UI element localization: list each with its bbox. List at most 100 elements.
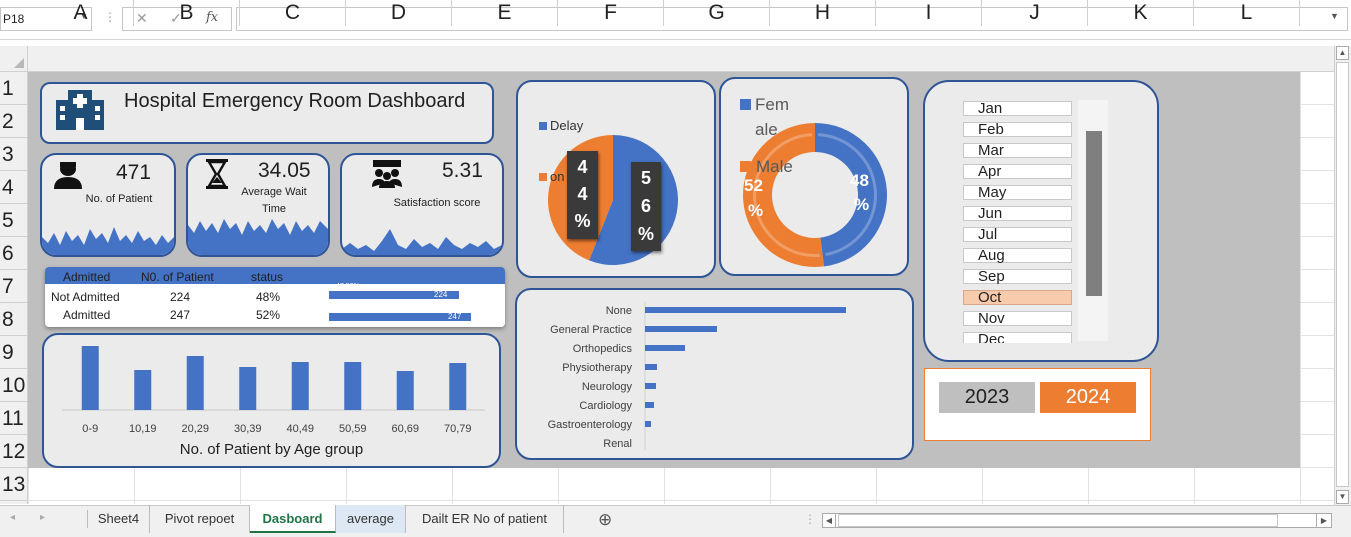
row-header[interactable]: 3 — [0, 138, 28, 171]
table-row-label: Admitted — [63, 308, 111, 322]
month-item[interactable]: Apr — [963, 164, 1072, 179]
age-bar — [344, 362, 362, 410]
tab-dasboard[interactable]: Dasboard — [250, 505, 336, 533]
month-item-selected[interactable]: Oct — [963, 290, 1072, 305]
tab-dailt-er-no-of-patient[interactable]: Dailt ER No of patient — [406, 505, 564, 533]
dept-tick-label: Orthopedics — [573, 343, 633, 355]
scroll-up-icon[interactable]: ▲ — [1336, 46, 1349, 60]
month-item[interactable]: Sep — [963, 269, 1072, 284]
department-chart: None General Practice Orthopedics Physiothe… — [548, 302, 846, 450]
pie-label-on: % — [574, 211, 591, 231]
scroll-left-icon[interactable]: ◀ — [823, 514, 836, 527]
row-header[interactable]: 12 — [0, 435, 28, 468]
dept-tick-label: Cardiology — [579, 400, 632, 412]
dept-tick-label: Renal — [603, 438, 632, 450]
expand-formula-icon[interactable]: ▼ — [1330, 11, 1339, 21]
legend-label-female-wrap: ale — [755, 120, 778, 139]
add-sheet-icon[interactable]: ⊕ — [598, 510, 612, 530]
donut-label-male: 52 — [744, 176, 763, 195]
column-header[interactable]: E — [452, 0, 558, 26]
scroll-right-icon[interactable]: ▶ — [1316, 514, 1331, 527]
age-tick-label: 60,69 — [391, 423, 419, 435]
age-bar — [449, 363, 467, 410]
month-item[interactable]: Dec — [963, 332, 1072, 343]
vertical-scroll-thumb[interactable] — [1336, 62, 1349, 487]
age-bar — [186, 356, 204, 410]
tab-split-grip-icon[interactable]: ⋮ — [804, 512, 816, 526]
dept-bar — [645, 345, 685, 351]
dept-bar — [645, 326, 717, 332]
column-header[interactable]: B — [134, 0, 240, 26]
column-header[interactable]: D — [346, 0, 452, 26]
month-slicer-scroll-thumb[interactable] — [1086, 131, 1102, 296]
tab-average[interactable]: average — [336, 505, 406, 533]
month-item[interactable]: Feb — [963, 122, 1072, 137]
pie-label-on: 4 — [577, 184, 588, 204]
column-header[interactable]: J — [982, 0, 1088, 26]
row-header[interactable]: 11 — [0, 402, 28, 435]
dept-bar — [645, 421, 651, 427]
pie-label-delay: 5 — [640, 168, 651, 188]
table-row-bar-label: 52.44% — [336, 304, 360, 311]
tab-scroll-right-icon[interactable]: ▸ — [40, 512, 45, 523]
year-button-2023[interactable]: 2023 — [939, 382, 1035, 413]
column-header[interactable]: I — [876, 0, 982, 26]
month-item[interactable]: Jun — [963, 206, 1072, 221]
dept-tick-label: Physiotherapy — [562, 362, 632, 374]
horizontal-scroll-thumb[interactable] — [838, 514, 1278, 527]
tab-pivot-repoet[interactable]: Pivot repoet — [150, 505, 250, 533]
column-header[interactable]: A — [28, 0, 134, 26]
month-item[interactable]: Jan — [963, 101, 1072, 116]
table-header-admitted: Admitted — [63, 270, 111, 284]
row-header[interactable]: 8 — [0, 303, 28, 336]
row-header[interactable]: 1 — [0, 72, 28, 105]
column-header[interactable]: G — [664, 0, 770, 26]
kpi-value-wait-time: 34.05 — [258, 159, 311, 182]
age-tick-label: 20,29 — [181, 423, 209, 435]
month-item[interactable]: Jul — [963, 227, 1072, 242]
month-item[interactable]: Aug — [963, 248, 1072, 263]
legend-swatch-female — [740, 99, 751, 110]
age-bar — [239, 367, 257, 410]
age-bar — [81, 346, 99, 410]
kpi-label-patients: No. of Patient — [85, 193, 153, 205]
month-item[interactable]: Nov — [963, 311, 1072, 326]
age-tick-label: 30,39 — [234, 423, 262, 435]
select-all-icon — [14, 58, 24, 68]
row-header[interactable]: 13 — [0, 468, 28, 501]
row-header[interactable]: 2 — [0, 105, 28, 138]
column-header[interactable]: C — [240, 0, 346, 26]
row-header[interactable]: 5 — [0, 204, 28, 237]
table-row-count: 247 — [170, 308, 191, 322]
month-item[interactable]: May — [963, 185, 1072, 200]
column-header[interactable]: K — [1088, 0, 1194, 26]
legend-label-on: on — [550, 169, 565, 184]
group-icon — [372, 160, 402, 188]
row-header[interactable]: 10 — [0, 369, 28, 402]
year-button-2024[interactable]: 2024 — [1040, 382, 1136, 413]
row-header[interactable]: 9 — [0, 336, 28, 369]
table-header-status: status — [251, 270, 284, 284]
scroll-down-icon[interactable]: ▼ — [1336, 490, 1349, 504]
row-header[interactable]: 6 — [0, 237, 28, 270]
legend-swatch-delay — [539, 122, 547, 130]
pie-label-on: 4 — [577, 157, 588, 177]
dept-bar — [645, 307, 846, 313]
row-header[interactable]: 4 — [0, 171, 28, 204]
tab-sheet4[interactable]: Sheet4 — [88, 505, 150, 533]
column-header[interactable]: H — [770, 0, 876, 26]
age-bar — [134, 370, 152, 410]
pie-label-delay: % — [637, 224, 654, 244]
kpi-value-satisfaction: 5.31 — [442, 159, 483, 182]
age-tick-label: 40,49 — [286, 423, 314, 435]
dept-tick-label: Neurology — [582, 381, 633, 393]
row-header[interactable]: 7 — [0, 270, 28, 303]
column-header[interactable]: L — [1194, 0, 1300, 26]
tab-scroll-left-icon[interactable]: ◂ — [10, 512, 15, 523]
column-header-bar — [0, 46, 1351, 72]
dept-bar — [645, 383, 656, 389]
age-tick-label: 0-9 — [82, 423, 98, 435]
month-item[interactable]: Mar — [963, 143, 1072, 158]
column-header[interactable]: F — [558, 0, 664, 26]
kpi-sparkline — [342, 229, 502, 255]
